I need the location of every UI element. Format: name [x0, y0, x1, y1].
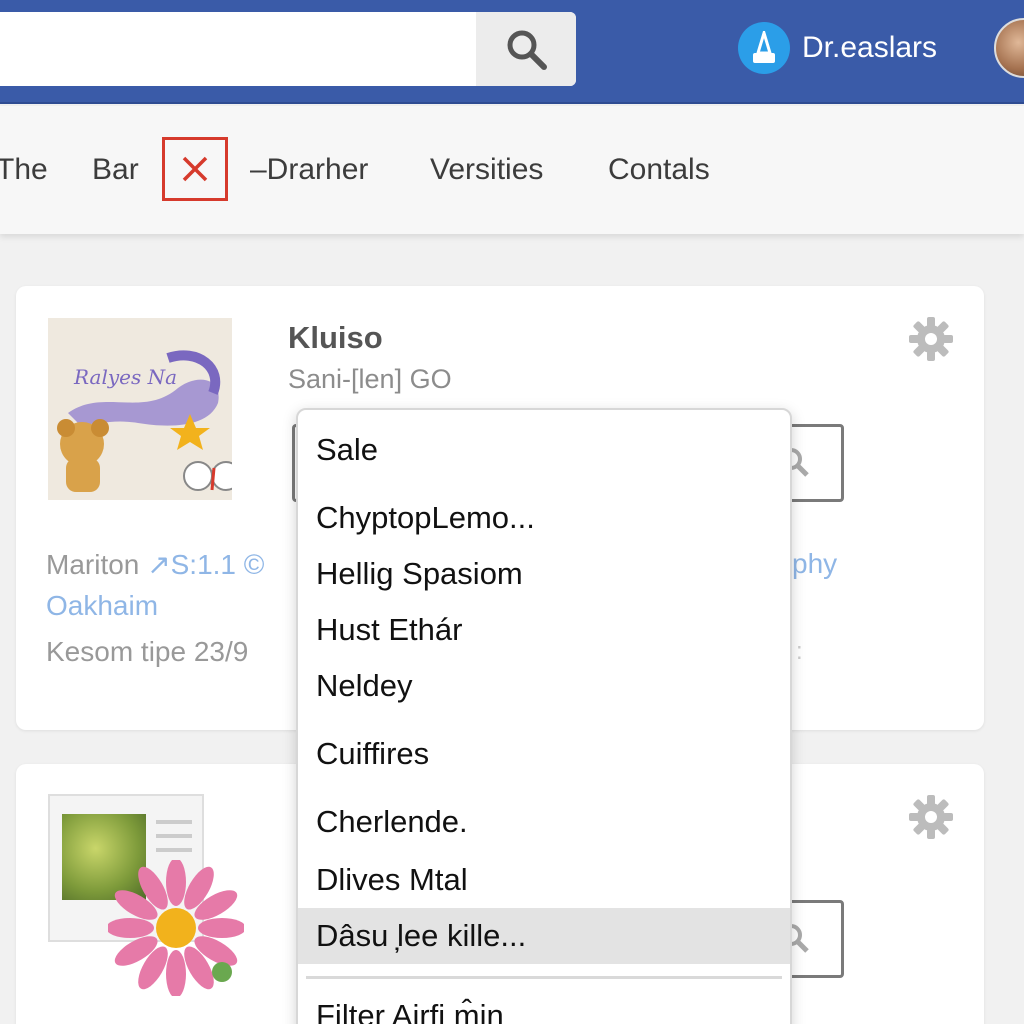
tab-the[interactable]: The: [0, 150, 48, 190]
tab-bar-item[interactable]: Bar: [92, 150, 139, 190]
search-icon: [507, 30, 547, 70]
account-name: Dr.easlars: [802, 31, 938, 64]
tab-drarher[interactable]: –Drarher: [250, 150, 368, 190]
close-icon: [182, 156, 208, 182]
card-subtitle: Sani-[len] GO: [288, 364, 452, 394]
menu-item[interactable]: Filter Airfi m̂in: [298, 988, 790, 1024]
menu-item[interactable]: Dlives Mtal: [298, 852, 790, 908]
meta-version-link[interactable]: ↗S:1.1 ©: [147, 549, 264, 580]
flower-icon: [108, 860, 244, 996]
menu-item[interactable]: Neldey: [298, 658, 790, 714]
menu-item[interactable]: Cherlende.: [298, 794, 790, 850]
menu-item-active[interactable]: Dâsu ̦lee kille...: [298, 908, 790, 964]
tab-contals[interactable]: Contals: [608, 150, 710, 190]
thumbnail-line: [156, 834, 192, 838]
tab-close-button[interactable]: [162, 137, 228, 201]
dropdown-menu: Sale ChyptopLemo... Hellig Spasiom Hust …: [296, 408, 792, 1024]
meta-location-link[interactable]: Oakhaim: [46, 590, 158, 622]
search-button[interactable]: [476, 12, 576, 86]
meta-author: Mariton: [46, 549, 140, 580]
card-title[interactable]: Kluiso: [288, 320, 383, 356]
menu-item[interactable]: Sale: [298, 422, 790, 478]
meta-ellipsis: :: [796, 638, 803, 665]
menu-item[interactable]: Hellig Spasiom: [298, 546, 790, 602]
menu-item[interactable]: Hust Ethár: [298, 602, 790, 658]
menu-item[interactable]: ChyptopLemo...: [298, 490, 790, 546]
card-meta: Mariton ↗S:1.1 © Oakhaim Kesom tipe 23/9: [16, 286, 296, 730]
thumbnail-line: [156, 848, 192, 852]
menu-divider: [306, 976, 782, 979]
meta-link-right[interactable]: phy: [792, 548, 837, 580]
account-menu[interactable]: Dr.easlars: [738, 22, 937, 74]
thumbnail-line: [156, 820, 192, 824]
top-bar: Dr.easlars: [0, 0, 1024, 104]
gear-icon[interactable]: [908, 316, 954, 362]
gear-icon[interactable]: [908, 794, 954, 840]
account-icon: [738, 22, 790, 74]
menu-item[interactable]: Cuiffires: [298, 726, 790, 782]
avatar[interactable]: [994, 18, 1024, 78]
tab-versities[interactable]: Versities: [430, 150, 543, 190]
meta-date: Kesom tipe 23/9: [46, 636, 249, 667]
